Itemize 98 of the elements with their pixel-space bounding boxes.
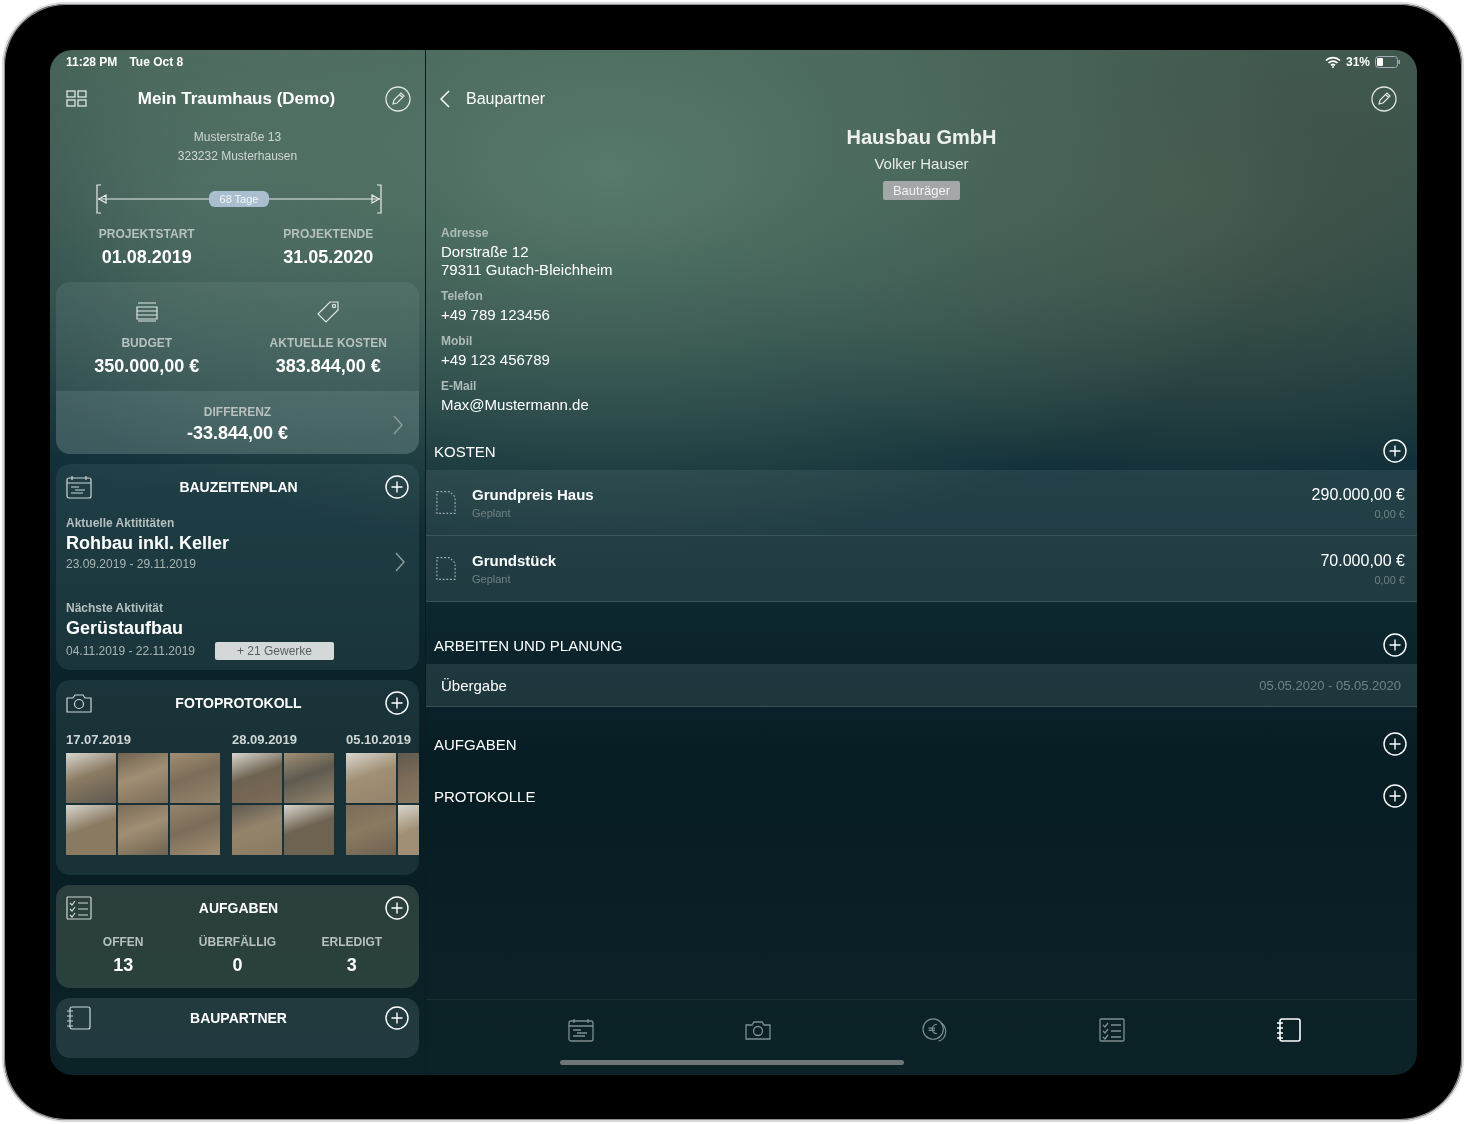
card-title: FOTOPROTOKOLL — [175, 695, 302, 711]
cost-paid: 0,00 € — [1374, 507, 1405, 520]
cost-name: Grundstück — [472, 552, 558, 569]
edit-icon[interactable] — [385, 86, 411, 112]
budget-value: 350.000,00 € — [94, 356, 200, 377]
section-title: PROTOKOLLE — [434, 787, 536, 805]
difference-label: DIFFERENZ — [203, 405, 272, 419]
activity-label: Nächste Aktivität — [66, 601, 163, 615]
camera-icon — [66, 691, 92, 715]
photo-placeholder[interactable] — [232, 753, 282, 803]
budget-label: BUDGET — [121, 336, 173, 350]
section-title: AUFGABEN — [434, 735, 517, 753]
photo-placeholder[interactable] — [284, 753, 334, 803]
edit-icon[interactable] — [1371, 86, 1397, 112]
document-outline-icon — [436, 556, 456, 581]
field-value: +49 123 456789 — [441, 351, 551, 369]
field-label: Mobil — [441, 334, 474, 348]
card-title: AUFGABEN — [198, 900, 279, 916]
date-label: PROJEKTENDE — [283, 227, 374, 241]
task-count-label: ÜBERFÄLLIG — [198, 935, 277, 949]
activity-dates: 23.09.2019 - 29.11.2019 — [66, 557, 196, 571]
field-value: Dorstraße 12 — [441, 243, 530, 261]
cost-status: Geplant — [472, 573, 512, 585]
trades-badge: + 21 Gewerke — [215, 642, 335, 660]
photo-date: 28.09.2019 — [232, 732, 299, 747]
add-icon[interactable] — [1383, 784, 1407, 808]
work-dates: 05.05.2020 - 05.05.2020 — [1259, 677, 1401, 693]
add-icon[interactable] — [1383, 439, 1407, 463]
card-title: BAUZEITENPLAN — [179, 479, 298, 495]
task-count: 13 — [113, 955, 134, 976]
cost-paid: 0,00 € — [1374, 573, 1405, 586]
role-tag: Bauträger — [882, 181, 961, 200]
grid-icon[interactable] — [66, 90, 88, 108]
contact-name: Volker Hauser — [874, 155, 969, 172]
add-icon[interactable] — [385, 896, 409, 920]
add-icon[interactable] — [385, 691, 409, 715]
activity-dates: 04.11.2019 - 22.11.2019 — [66, 644, 195, 658]
task-count-label: OFFEN — [102, 935, 144, 949]
cost-status: Geplant — [472, 507, 512, 519]
chevron-left-icon — [440, 90, 450, 108]
task-count: 3 — [346, 955, 357, 976]
company-name: Hausbau GmbH — [846, 126, 997, 149]
battery-percent: 31% — [1345, 55, 1370, 69]
task-count: 0 — [232, 955, 243, 976]
cost-row[interactable]: Grundpreis Haus Geplant 290.000,00 € 0,00 € — [426, 470, 1417, 536]
date-value: 01.08.2019 — [101, 247, 192, 268]
chevron-right-icon[interactable] — [395, 552, 405, 572]
status-date: Tue Oct 8 — [129, 55, 184, 69]
cost-name: Grundpreis Haus — [472, 486, 595, 503]
photo-placeholder[interactable] — [284, 805, 334, 855]
address-line: 323232 Musterhausen — [177, 149, 298, 163]
add-icon[interactable] — [1383, 633, 1407, 657]
date-label: PROJEKTSTART — [98, 227, 195, 241]
wifi-icon — [1324, 56, 1341, 68]
field-value: +49 789 123456 — [441, 306, 551, 324]
difference-value: -33.844,00 € — [186, 423, 289, 444]
field-label: E-Mail — [441, 379, 478, 393]
date-value: 31.05.2020 — [283, 247, 374, 268]
document-outline-icon — [436, 490, 456, 515]
task-count-label: ERLEDIGT — [321, 935, 383, 949]
photo-placeholder[interactable] — [66, 753, 116, 803]
status-time: 11:28 PM — [66, 55, 118, 69]
section-title: ARBEITEN UND PLANUNG — [434, 636, 623, 654]
address-line: Musterstraße 13 — [193, 130, 282, 144]
battery-icon — [1375, 56, 1401, 68]
budget-label: AKTUELLE KOSTEN — [269, 336, 387, 350]
add-icon[interactable] — [385, 475, 409, 499]
price-tag-icon — [316, 300, 341, 324]
duration-badge: 68 Tage — [208, 191, 270, 207]
budget-value: 383.844,00 € — [275, 356, 381, 377]
field-value: 79311 Gutach-Bleichheim — [441, 261, 614, 279]
activity-name: Gerüstaufbau — [66, 618, 184, 639]
field-value: Max@Mustermann.de — [441, 396, 590, 414]
field-label: Adresse — [441, 226, 490, 240]
photo-placeholder[interactable] — [66, 805, 116, 855]
cost-amount: 290.000,00 € — [1311, 485, 1405, 504]
difference-row[interactable]: DIFFERENZ -33.844,00 € — [56, 391, 419, 454]
photo-placeholder[interactable] — [346, 753, 396, 803]
stack-icon — [134, 300, 159, 324]
back-button[interactable]: Baupartner — [440, 90, 546, 108]
work-row[interactable]: Übergabe 05.05.2020 - 05.05.2020 — [426, 664, 1417, 707]
activity-label: Aktuelle Aktititäten — [66, 516, 175, 530]
cost-row[interactable]: Grundstück Geplant 70.000,00 € 0,00 € — [426, 536, 1417, 602]
project-title: Mein Traumhaus (Demo) — [137, 89, 336, 109]
work-name: Übergabe — [441, 676, 507, 694]
add-icon[interactable] — [385, 1006, 409, 1030]
chevron-right-icon — [393, 415, 403, 435]
section-title: KOSTEN — [434, 442, 496, 460]
checklist-icon — [66, 896, 92, 920]
photo-date: 05.10.2019 — [346, 732, 413, 747]
notebook-icon — [66, 1006, 92, 1030]
add-icon[interactable] — [1383, 732, 1407, 756]
cost-amount: 70.000,00 € — [1320, 551, 1405, 570]
field-label: Telefon — [441, 289, 484, 303]
card-title: BAUPARTNER — [190, 1010, 287, 1026]
photo-date: 17.07.2019 — [66, 732, 133, 747]
calendar-icon — [66, 475, 92, 499]
activity-name: Rohbau inkl. Keller — [66, 533, 230, 554]
